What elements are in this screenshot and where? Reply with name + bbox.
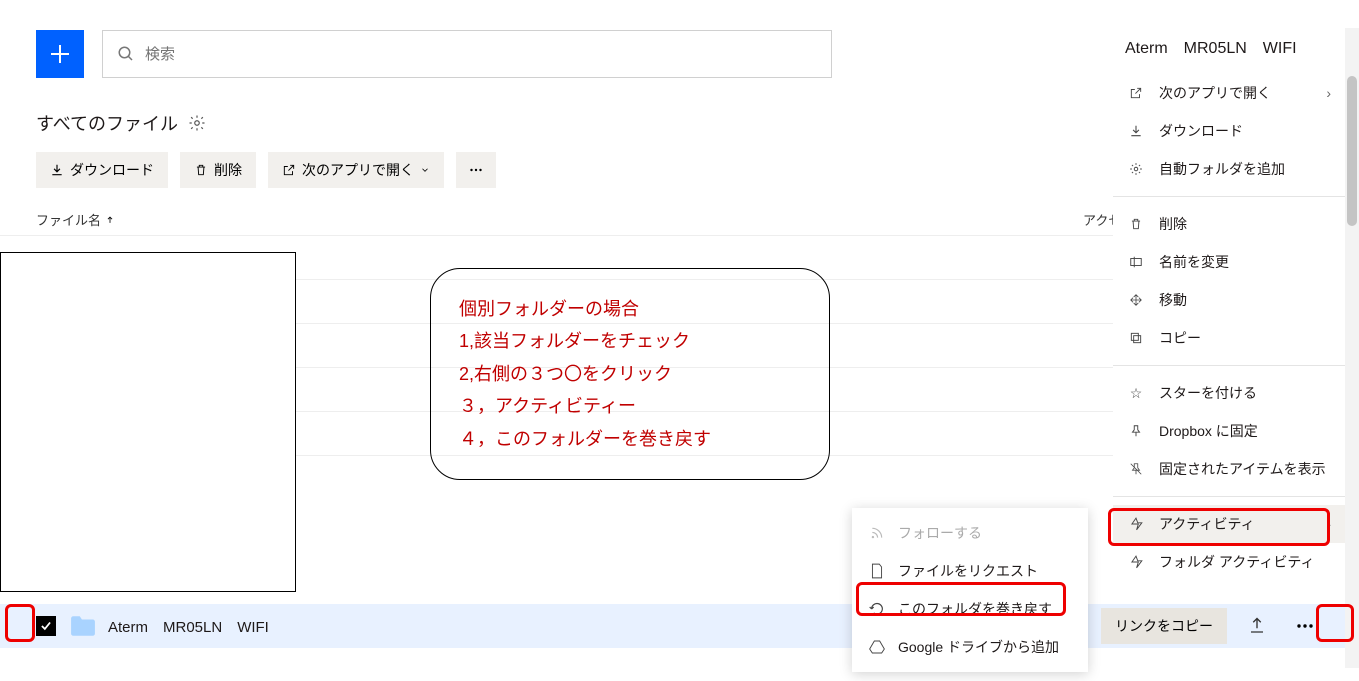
panel-pin[interactable]: Dropbox に固定: [1113, 412, 1345, 450]
panel-star[interactable]: ☆ スターを付ける: [1113, 374, 1345, 412]
panel-activity[interactable]: アクティビティ ›: [1113, 505, 1345, 543]
move-icon: [1127, 293, 1145, 307]
file-icon: [868, 563, 886, 579]
plus-icon: [50, 44, 70, 64]
panel-move[interactable]: 移動: [1113, 281, 1345, 319]
gear-icon: [1127, 162, 1145, 176]
check-icon: [39, 619, 53, 633]
menu-gdrive[interactable]: Google ドライブから追加: [852, 628, 1088, 666]
side-context-panel: Aterm MR05LN WIFI 次のアプリで開く › ダウンロード 自動フォ…: [1113, 28, 1345, 581]
open-icon: [282, 163, 296, 177]
panel-open-with[interactable]: 次のアプリで開く ›: [1113, 74, 1345, 112]
download-icon: [1127, 124, 1145, 138]
menu-request-file[interactable]: ファイルをリクエスト: [852, 552, 1088, 590]
annotation-cover: [0, 252, 296, 592]
panel-download[interactable]: ダウンロード: [1113, 112, 1345, 150]
page-title: すべてのファイル: [36, 110, 178, 136]
sort-asc-icon: [105, 215, 115, 225]
trash-icon: [1127, 217, 1145, 231]
pin-icon: [1127, 424, 1145, 438]
download-button[interactable]: ダウンロード: [36, 152, 168, 188]
rewind-icon: [868, 601, 886, 617]
download-icon: [50, 163, 64, 177]
trash-icon: [194, 163, 208, 177]
panel-rename[interactable]: 名前を変更: [1113, 243, 1345, 281]
search-input[interactable]: [145, 46, 817, 63]
copy-link-button[interactable]: リンクをコピー: [1101, 608, 1227, 644]
row-more-button[interactable]: [1287, 608, 1323, 644]
more-button[interactable]: [456, 152, 496, 188]
gear-icon[interactable]: [188, 114, 206, 132]
column-name[interactable]: ファイル名: [36, 210, 1083, 229]
chevron-right-icon: ›: [1326, 85, 1331, 101]
folder-icon: [70, 615, 96, 637]
menu-follow: フォローする: [852, 514, 1088, 552]
file-name: Aterm MR05LN WIFI: [108, 616, 269, 637]
checkbox-checked[interactable]: [36, 616, 56, 636]
copy-icon: [1127, 331, 1145, 345]
add-button[interactable]: [36, 30, 84, 78]
scrollbar[interactable]: [1345, 28, 1359, 668]
panel-show-pinned[interactable]: 固定されたアイテムを表示: [1113, 450, 1345, 488]
selected-row[interactable]: Aterm MR05LN WIFI リンクをコピー: [0, 604, 1359, 648]
menu-rewind-folder[interactable]: このフォルダを巻き戻す: [852, 590, 1088, 628]
panel-auto-folder[interactable]: 自動フォルダを追加: [1113, 150, 1345, 188]
search-icon: [117, 45, 135, 63]
gdrive-icon: [868, 640, 886, 654]
annotation-callout: 個別フォルダーの場合 1,該当フォルダーをチェック 2,右側の３つ〇をクリック …: [430, 268, 830, 480]
ellipsis-icon: [470, 168, 482, 172]
delete-button[interactable]: 削除: [180, 152, 256, 188]
chevron-right-icon: ›: [1326, 516, 1331, 532]
panel-title: Aterm MR05LN WIFI: [1113, 28, 1345, 74]
rss-icon: [868, 526, 886, 540]
ellipsis-icon: [1296, 624, 1314, 628]
star-icon: ☆: [1127, 385, 1145, 402]
panel-folder-activity[interactable]: フォルダ アクティビティ: [1113, 543, 1345, 581]
activity-icon: [1127, 517, 1145, 531]
chevron-down-icon: [420, 165, 430, 175]
context-submenu: フォローする ファイルをリクエスト このフォルダを巻き戻す Google ドライ…: [852, 508, 1088, 672]
pinned-icon: [1127, 462, 1145, 476]
search-box[interactable]: [102, 30, 832, 78]
panel-delete[interactable]: 削除: [1113, 205, 1345, 243]
share-icon[interactable]: [1239, 608, 1275, 644]
panel-copy[interactable]: コピー: [1113, 319, 1345, 357]
open-icon: [1127, 86, 1145, 100]
rename-icon: [1127, 255, 1145, 269]
activity-icon: [1127, 555, 1145, 569]
open-with-button[interactable]: 次のアプリで開く: [268, 152, 444, 188]
